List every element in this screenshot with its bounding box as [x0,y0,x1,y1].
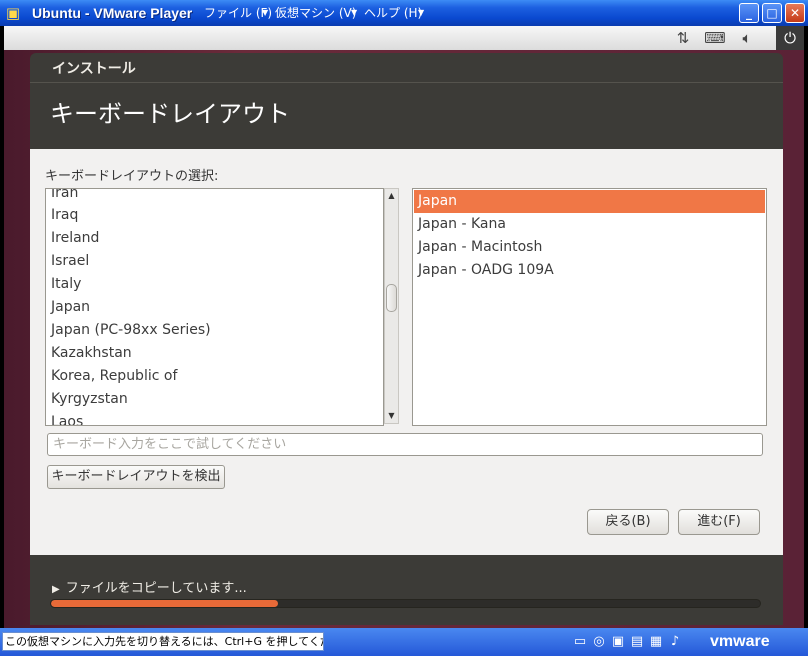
maximize-button[interactable]: □ [762,3,782,23]
installer-content: キーボードレイアウトの選択: Iran Iraq Ireland Israel … [30,149,783,555]
list-item[interactable]: Kazakhstan [51,344,132,362]
country-list[interactable]: Iran Iraq Ireland Israel Italy Japan Jap… [45,188,384,426]
minimize-button[interactable]: _ [739,3,759,23]
chevron-down-icon: ▼ [418,8,425,17]
title-bar[interactable]: ▣ Ubuntu - VMware Player ファイル (F) ▼ 仮想マシ… [0,0,808,26]
list-item[interactable]: Israel [51,252,89,270]
sound-card-icon[interactable]: ♪ [667,632,683,652]
status-message: この仮想マシンに入力先を切り替えるには、Ctrl+G を押してください。 [2,632,324,651]
scrollbar-thumb[interactable] [386,284,397,312]
close-button[interactable]: ✕ [785,3,805,23]
select-label: キーボードレイアウトの選択: [45,169,219,184]
guest-screen: インストール キーボードレイアウト キーボードレイアウトの選択: Iran Ir… [4,50,804,628]
scroll-up-icon[interactable]: ▲ [385,189,398,203]
floppy-icon[interactable]: ▣ [610,632,626,652]
keyboard-test-input[interactable] [47,433,763,456]
chevron-down-icon: ▼ [351,8,358,17]
list-item[interactable]: Japan (PC-98xx Series) [51,321,211,339]
chevron-down-icon: ▼ [262,8,269,17]
progress-label: ファイルをコピーしています... [65,581,247,596]
printer-icon[interactable]: ▦ [648,632,664,652]
vmware-logo: vmware [710,633,770,650]
header-title: インストール [52,61,136,77]
menu-vm[interactable]: 仮想マシン (V) [275,4,356,22]
detect-layout-button[interactable]: キーボードレイアウトを検出 [47,465,225,489]
progress-bar [50,599,761,608]
list-item[interactable]: Iraq [51,206,78,224]
variant-item-selected[interactable]: Japan [414,190,765,213]
network-adapter-icon[interactable]: ▤ [629,632,645,652]
status-bar: この仮想マシンに入力先を切り替えるには、Ctrl+G を押してください。 ▭ ◎… [0,628,808,656]
header-divider [30,82,783,83]
expand-arrow-icon[interactable]: ▶ [52,584,60,595]
list-item[interactable]: Japan [51,298,90,316]
variant-item[interactable]: Japan - OADG 109A [414,259,765,282]
scroll-down-icon[interactable]: ▼ [385,409,398,423]
back-button[interactable]: 戻る(B) [587,509,669,535]
list-item[interactable]: Ireland [51,229,99,247]
list-item[interactable]: Laos [51,413,83,425]
list-item[interactable]: Iran [51,189,78,202]
installer-footer: ▶ ファイルをコピーしています... [30,555,783,625]
list-item[interactable]: Korea, Republic of [51,367,177,385]
installer-header: インストール キーボードレイアウト [30,53,783,149]
progress-bar-fill [51,600,278,607]
vmware-app-icon[interactable]: ▣ [4,4,22,22]
cdrom-icon[interactable]: ◎ [591,632,607,652]
vm-toolbar: ⇅ ⌨ 🔈︎ ⏻ [4,26,804,51]
keyboard-icon[interactable]: ⌨ [703,28,727,48]
progress-status[interactable]: ▶ ファイルをコピーしています... [52,577,247,596]
country-list-scrollbar[interactable]: ▲ ▼ [384,188,399,424]
page-title: キーボードレイアウト [50,100,290,128]
variant-item[interactable]: Japan - Kana [414,213,765,236]
menu-help[interactable]: ヘルプ (H) [364,4,422,22]
hard-disk-icon[interactable]: ▭ [572,632,588,652]
variant-item[interactable]: Japan - Macintosh [414,236,765,259]
network-icon[interactable]: ⇅ [672,28,694,48]
variant-list[interactable]: Japan Japan - Kana Japan - Macintosh Jap… [412,188,767,426]
volume-icon[interactable]: 🔈︎ [737,28,757,48]
power-icon[interactable]: ⏻ [776,26,804,50]
list-item[interactable]: Italy [51,275,81,293]
list-item[interactable]: Kyrgyzstan [51,390,128,408]
forward-button[interactable]: 進む(F) [678,509,760,535]
window-title: Ubuntu - VMware Player [32,5,193,21]
